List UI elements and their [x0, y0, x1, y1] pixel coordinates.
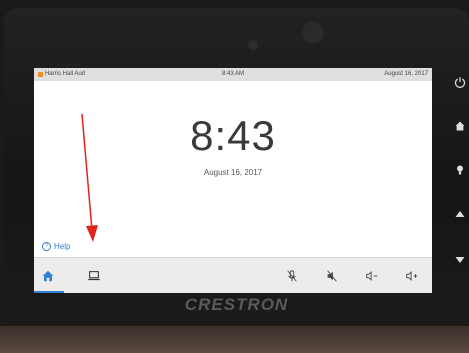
annotation-arrow [81, 113, 98, 242]
